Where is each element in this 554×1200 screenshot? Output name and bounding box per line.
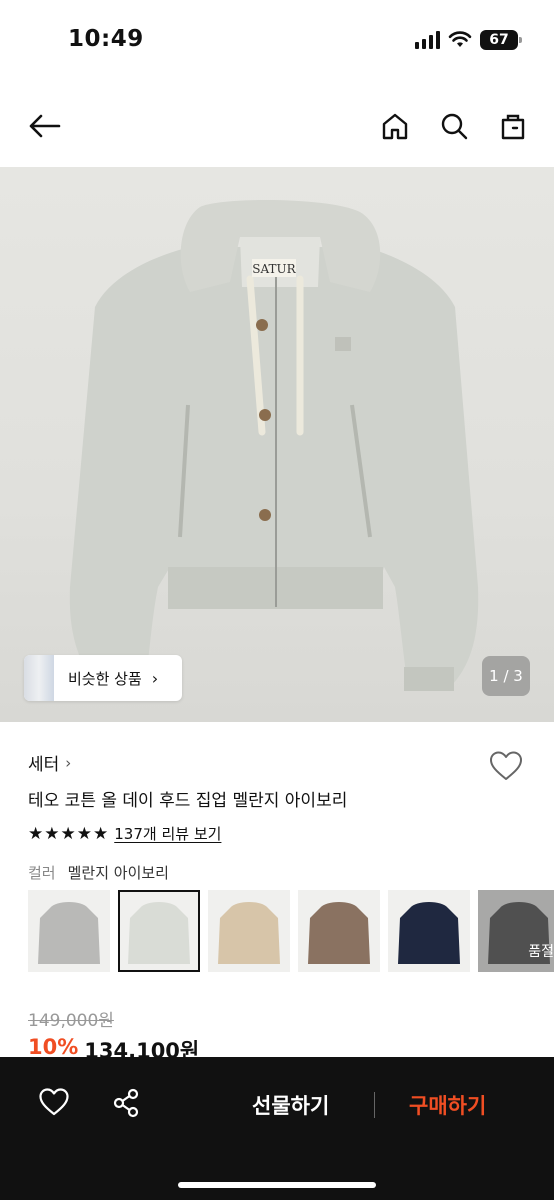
discount-rate: 10% bbox=[28, 1035, 79, 1057]
review-link[interactable]: 137개 리뷰 보기 bbox=[114, 823, 221, 844]
nav-bar bbox=[0, 88, 554, 164]
product-title: 테오 코튼 올 데이 후드 집업 멜란지 아이보리 bbox=[28, 791, 348, 811]
price-row: 10% 134,100원 bbox=[28, 1035, 199, 1057]
shopping-bag-icon[interactable] bbox=[495, 108, 531, 144]
share-icon bbox=[113, 1088, 139, 1118]
share-button[interactable] bbox=[110, 1087, 142, 1119]
swatch-gray[interactable] bbox=[28, 890, 110, 972]
status-bar: 10:49 67 bbox=[0, 0, 554, 84]
heart-icon bbox=[39, 1088, 69, 1116]
hoodie-photo: SATUR bbox=[69, 200, 479, 691]
color-label: 컬러 bbox=[28, 864, 56, 882]
original-price: 149,000원 bbox=[28, 1011, 114, 1031]
heart-icon bbox=[490, 751, 522, 780]
page-indicator: 1 / 3 bbox=[482, 656, 530, 696]
status-time: 10:49 bbox=[68, 26, 144, 52]
back-arrow-icon[interactable] bbox=[26, 108, 62, 144]
brand-label: SATUR bbox=[252, 262, 296, 276]
swatch-brown[interactable] bbox=[298, 890, 380, 972]
battery-icon: 67 bbox=[480, 30, 522, 50]
swatch-melange-ivory[interactable] bbox=[118, 890, 200, 972]
star-icon: ★ bbox=[76, 823, 92, 844]
wishlist-button[interactable] bbox=[38, 1087, 70, 1119]
color-swatches: 품절 bbox=[28, 890, 554, 972]
chevron-right-icon: › bbox=[65, 753, 72, 772]
similar-thumbnail bbox=[24, 655, 54, 701]
like-button[interactable] bbox=[488, 750, 524, 784]
home-icon[interactable] bbox=[377, 108, 413, 144]
swatch-navy[interactable] bbox=[388, 890, 470, 972]
swatch-black-soldout[interactable]: 품절 bbox=[478, 890, 554, 972]
star-icon: ★ bbox=[44, 823, 60, 844]
buy-button[interactable]: 구매하기 bbox=[409, 1090, 486, 1120]
wifi-icon bbox=[448, 31, 472, 47]
category-link[interactable]: 세터 › bbox=[28, 750, 72, 776]
product-image-gallery[interactable]: SATUR 비슷한 상품 › 1 / 3 bbox=[0, 167, 554, 722]
sale-price: 134,100원 bbox=[84, 1039, 200, 1057]
bottom-action-bar bbox=[0, 1057, 554, 1200]
chevron-right-icon: › bbox=[151, 668, 159, 688]
color-row: 컬러 멜란지 아이보리 bbox=[28, 862, 169, 883]
gift-button[interactable]: 선물하기 bbox=[252, 1090, 329, 1120]
button-divider bbox=[374, 1092, 375, 1118]
similar-products-label: 비슷한 상품 bbox=[68, 669, 142, 688]
signal-icon bbox=[415, 31, 440, 49]
color-value: 멜란지 아이보리 bbox=[67, 864, 169, 882]
star-icon: ★ bbox=[60, 823, 76, 844]
swatch-beige[interactable] bbox=[208, 890, 290, 972]
similar-products-button[interactable]: 비슷한 상품 › bbox=[24, 655, 182, 701]
search-icon[interactable] bbox=[436, 108, 472, 144]
status-icons: 67 bbox=[415, 28, 522, 52]
rating-row: ★ ★ ★ ★ ★ 137개 리뷰 보기 bbox=[28, 823, 221, 844]
soldout-badge: 품절 bbox=[478, 890, 554, 972]
category-label: 세터 bbox=[28, 755, 60, 775]
rating-stars: ★ ★ ★ ★ ★ bbox=[28, 824, 108, 844]
star-icon: ★ bbox=[93, 823, 109, 844]
home-indicator bbox=[178, 1182, 376, 1188]
star-icon: ★ bbox=[28, 823, 44, 844]
